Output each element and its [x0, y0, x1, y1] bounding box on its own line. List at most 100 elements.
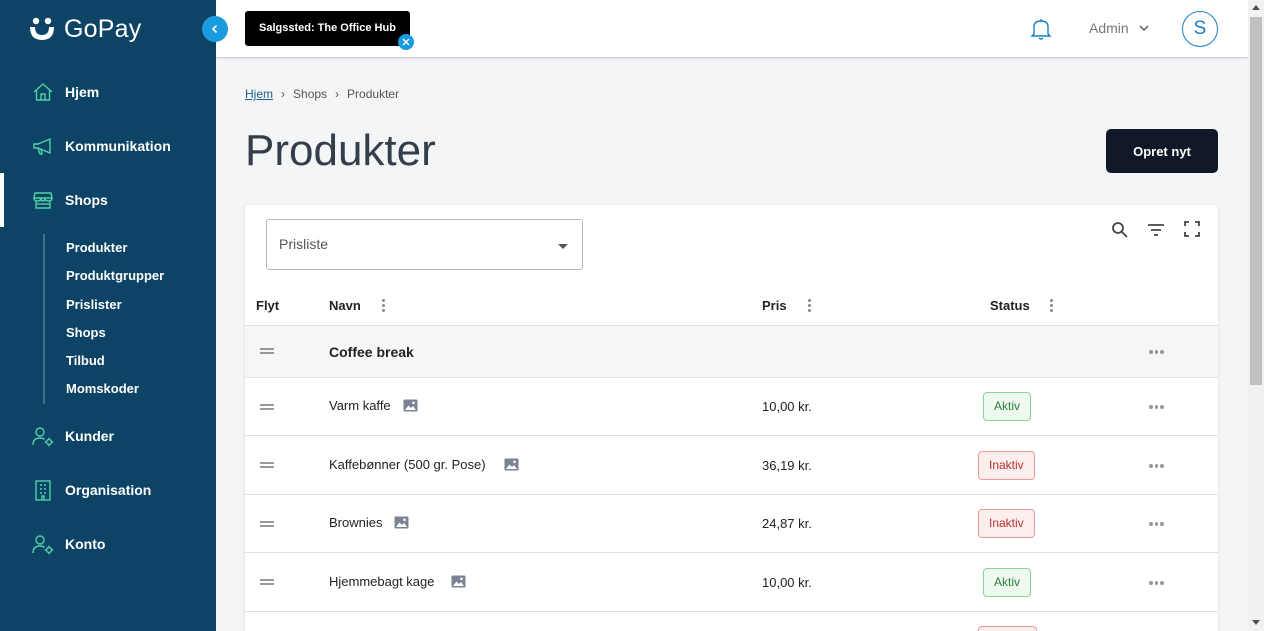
filter-button[interactable]	[1147, 221, 1165, 244]
product-price: 24,87 kr.	[762, 516, 812, 531]
fullscreen-icon	[1184, 221, 1200, 237]
caret-down-icon	[558, 244, 568, 249]
sidebar-item-label: Konto	[65, 536, 106, 552]
chevron-right-icon: ›	[281, 87, 286, 101]
page-scrollbar[interactable]	[1248, 0, 1264, 631]
column-menu-navn-icon[interactable]	[382, 299, 386, 314]
drag-handle-icon[interactable]	[260, 404, 274, 412]
users-gear-icon	[32, 425, 54, 447]
product-name: Varm kaffe	[329, 398, 391, 413]
image-icon[interactable]	[403, 399, 418, 412]
store-tag-close-button[interactable]	[398, 34, 414, 50]
scroll-thumb[interactable]	[1250, 17, 1262, 385]
scroll-down-arrow-icon[interactable]	[1252, 620, 1260, 625]
image-icon[interactable]	[394, 516, 409, 529]
product-price: 10,00 kr.	[762, 399, 812, 414]
status-badge: Inaktiv	[978, 509, 1035, 538]
search-button[interactable]	[1111, 221, 1129, 244]
user-menu[interactable]: Admin	[1089, 20, 1149, 36]
avatar[interactable]: S	[1182, 11, 1218, 47]
table-group-row: Coffee break	[245, 326, 1218, 378]
chevron-down-icon	[1139, 25, 1149, 31]
collapse-sidebar-button[interactable]	[202, 16, 228, 42]
table-row[interactable]: Varm kaffe 10,00 kr. Aktiv	[245, 378, 1218, 436]
table-row[interactable]: Brownies 24,87 kr. Inaktiv	[245, 495, 1218, 553]
row-more-icon[interactable]	[1149, 350, 1164, 354]
product-name-cell: Hjemmebagt kage	[329, 574, 466, 589]
chevron-left-icon	[211, 24, 218, 34]
price-list-select[interactable]: Prisliste	[266, 219, 583, 270]
sidebar-item-konto[interactable]: Konto	[0, 517, 216, 571]
sidebar-item-label: Kunder	[65, 428, 114, 444]
subnav-item-momskoder[interactable]: Momskoder	[66, 375, 164, 403]
notifications-button[interactable]	[1030, 17, 1052, 46]
row-more-icon[interactable]	[1149, 464, 1164, 468]
sidebar-item-shops[interactable]: Shops	[0, 173, 216, 227]
product-name-cell: Brownies	[329, 515, 409, 530]
breadcrumb-hjem[interactable]: Hjem	[245, 87, 273, 101]
logo[interactable]: GoPay	[28, 14, 141, 44]
sidebar-item-organisation[interactable]: Organisation	[0, 463, 216, 517]
product-name-cell: Varm kaffe	[329, 398, 418, 413]
column-header-pris[interactable]: Pris	[762, 298, 787, 313]
subnav-item-produktgrupper[interactable]: Produktgrupper	[66, 262, 164, 290]
create-new-button[interactable]: Opret nyt	[1106, 129, 1218, 173]
table-row[interactable]: Kaffebønner (500 gr. Pose) 36,19 kr. Ina…	[245, 436, 1218, 495]
table-row[interactable]	[245, 612, 1218, 631]
chevron-right-icon: ›	[335, 87, 340, 101]
subnav-item-shops[interactable]: Shops	[66, 319, 164, 347]
fullscreen-button[interactable]	[1184, 221, 1200, 242]
table-row[interactable]: Hjemmebagt kage 10,00 kr. Aktiv	[245, 553, 1218, 612]
table-header: Flyt Navn Pris Status	[245, 285, 1218, 326]
drag-handle-icon[interactable]	[260, 348, 274, 356]
row-more-icon[interactable]	[1149, 522, 1164, 526]
user-menu-label: Admin	[1089, 20, 1129, 36]
status-badge: Aktiv	[983, 392, 1032, 421]
search-icon	[1112, 222, 1128, 238]
bell-icon	[1030, 19, 1052, 40]
sidebar-item-kommunikation[interactable]: Kommunikation	[0, 119, 216, 173]
topbar: Salgssted: The Office Hub Admin S	[216, 0, 1248, 58]
column-header-flyt: Flyt	[256, 298, 280, 313]
subnav-item-produkter[interactable]: Produkter	[66, 234, 164, 262]
megaphone-icon	[32, 135, 54, 157]
drag-handle-icon[interactable]	[260, 462, 274, 470]
gopay-logo-icon	[30, 17, 54, 40]
status-badge	[978, 626, 1037, 631]
page-title: Produkter	[245, 126, 436, 175]
home-icon	[32, 81, 54, 103]
drag-handle-icon[interactable]	[260, 521, 274, 529]
store-tag: Salgssted: The Office Hub	[245, 11, 410, 46]
sidebar-item-kunder[interactable]: Kunder	[0, 409, 216, 463]
store-icon	[32, 189, 54, 211]
row-more-icon[interactable]	[1149, 405, 1164, 409]
column-header-navn[interactable]: Navn	[329, 298, 361, 313]
subnav-item-prislister[interactable]: Prislister	[66, 291, 164, 319]
user-gear-icon	[32, 533, 54, 555]
image-icon[interactable]	[504, 458, 519, 471]
sidebar-item-label: Organisation	[65, 482, 152, 498]
image-icon[interactable]	[451, 575, 466, 588]
status-badge: Aktiv	[983, 568, 1032, 597]
sidebar-item-label: Kommunikation	[65, 138, 171, 154]
sidebar-item-hjem[interactable]: Hjem	[0, 65, 216, 119]
product-price: 36,19 kr.	[762, 458, 812, 473]
breadcrumb-shops[interactable]: Shops	[293, 87, 327, 101]
subnav-item-tilbud[interactable]: Tilbud	[66, 347, 164, 375]
shops-subnav: Produkter Produktgrupper Prislister Shop…	[43, 234, 164, 404]
product-name-cell: Kaffebønner (500 gr. Pose)	[329, 457, 519, 472]
group-name: Coffee break	[329, 344, 414, 360]
breadcrumb-produkter: Produkter	[347, 87, 400, 101]
building-icon	[32, 479, 54, 501]
drag-handle-icon[interactable]	[260, 579, 274, 587]
row-more-icon[interactable]	[1149, 581, 1164, 585]
column-menu-status-icon[interactable]	[1050, 299, 1054, 314]
product-name: Hjemmebagt kage	[329, 574, 435, 589]
column-header-status[interactable]: Status	[990, 298, 1030, 313]
product-name: Kaffebønner (500 gr. Pose)	[329, 457, 486, 472]
column-menu-pris-icon[interactable]	[808, 299, 812, 314]
product-price: 10,00 kr.	[762, 575, 812, 590]
filter-icon	[1148, 224, 1164, 236]
scroll-up-arrow-icon[interactable]	[1252, 5, 1260, 10]
sidebar: GoPay Hjem Kommunikation Shops Produkter…	[0, 0, 216, 631]
